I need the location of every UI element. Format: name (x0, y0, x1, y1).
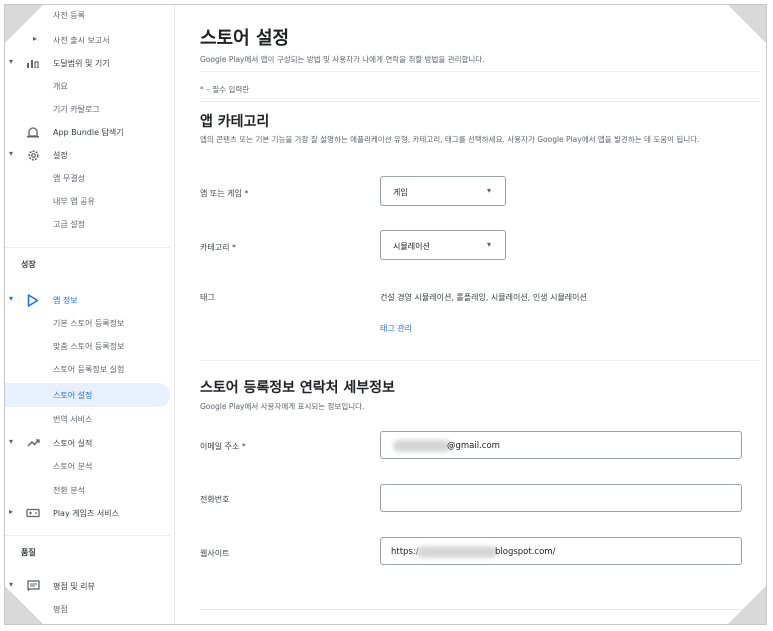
field-label-email: 이메일 주소 * (200, 442, 246, 451)
redacted-mask (393, 440, 451, 452)
email-value: @gmail.com (447, 441, 500, 451)
sidebar-item-store-performance[interactable]: ▾ 스토어 실적 (5, 432, 170, 454)
sidebar-item-device-catalog[interactable]: 기기 카탈로그 (5, 98, 170, 120)
chevron-down-icon: ▾ (9, 57, 14, 66)
divider (200, 101, 760, 102)
required-note: * – 필수 입력란 (200, 85, 250, 94)
field-label-phone: 전화번호 (200, 495, 230, 504)
section-label-quality: 품질 (21, 548, 36, 557)
sidebar-item-label: Play 게임즈 서비스 (53, 509, 119, 518)
page-title: 스토어 설정 (200, 28, 290, 49)
bar-chart-icon (25, 55, 41, 71)
trending-icon (25, 435, 41, 451)
sidebar-item-overview[interactable]: 개요 (5, 75, 170, 97)
section-desc-app-category: 앱의 콘텐츠 또는 기본 기능을 가장 잘 설명하는 애플리케이션 유형, 카테… (200, 135, 700, 144)
sidebar-item-advanced-settings[interactable]: 고급 설정 (5, 213, 170, 235)
field-label-tags: 태그 (200, 293, 215, 302)
sidebar-item-label: 사전 등록 (53, 11, 85, 20)
page-curl-decoration (5, 586, 43, 624)
sidebar-item-store-listing-experiments[interactable]: 스토어 등록정보 실험 (5, 358, 170, 380)
sidebar-item-label: 스토어 실적 (53, 439, 93, 448)
sidebar-item-store-settings[interactable]: 스토어 설정 (5, 383, 170, 407)
sidebar-item-label: 전환 분석 (53, 486, 85, 495)
sidebar-item-app-bundle-explorer[interactable]: App Bundle 탐색기 (5, 121, 170, 143)
category-select[interactable]: 시뮬레이션 ▾ (380, 230, 506, 260)
sidebar-item-translation-service[interactable]: 번역 서비스 (5, 408, 170, 430)
sidebar-item-label: 스토어 등록정보 실험 (53, 365, 125, 374)
tags-value: 건설 경영 시뮬레이션, 롤플레잉, 시뮬레이션, 인생 시뮬레이션 (380, 293, 587, 302)
sidebar-item-label: App Bundle 탐색기 (53, 128, 124, 137)
sidebar-item-reach-devices[interactable]: ▾ 도달범위 및 기기 (5, 52, 170, 74)
app-window: 사전 등록 ▸ 사전 출시 보고서 ▾ 도달범위 및 기기 개요 기기 카탈로그… (4, 4, 767, 625)
chevron-right-icon: ▸ (9, 507, 14, 516)
sidebar-divider (5, 535, 170, 536)
sidebar-item-label: 내부 앱 공유 (53, 197, 95, 206)
play-icon (25, 292, 41, 308)
sidebar-item-store-analysis[interactable]: 스토어 분석 (5, 455, 170, 477)
manage-tags-link[interactable]: 태그 관리 (380, 323, 412, 334)
sidebar-item-label: 개요 (53, 82, 68, 91)
sidebar-item-setup[interactable]: ▾ 설정 (5, 144, 170, 166)
sidebar-item-label: 설정 (53, 151, 68, 160)
redacted-mask (417, 546, 497, 558)
sidebar-item-label: 평점 (53, 605, 68, 614)
select-value: 게임 (393, 188, 408, 197)
sidebar-divider (5, 247, 170, 248)
sidebar-item-app-integrity[interactable]: 앱 무결성 (5, 167, 170, 189)
sidebar-item-label: 도달범위 및 기기 (53, 59, 110, 68)
sidebar-item-play-games-services[interactable]: ▸ Play 게임즈 서비스 (5, 502, 170, 524)
app-or-game-select[interactable]: 게임 ▾ (380, 176, 506, 206)
chevron-down-icon: ▾ (9, 294, 14, 303)
sidebar-item-internal-app-sharing[interactable]: 내부 앱 공유 (5, 190, 170, 212)
page-curl-decoration (728, 5, 766, 43)
field-label-category: 카테고리 * (200, 243, 236, 252)
select-value: 시뮬레이션 (393, 242, 430, 251)
website-field[interactable]: https:/ blogspot.com/ (380, 537, 742, 565)
divider (200, 609, 760, 610)
sidebar-item-label: 고급 설정 (53, 220, 85, 229)
website-prefix: https:/ (391, 547, 419, 557)
section-title-contact-details: 스토어 등록정보 연락처 세부정보 (200, 380, 395, 396)
sidebar-item-label: 맞춤 스토어 등록정보 (53, 342, 125, 351)
divider (200, 71, 760, 72)
sidebar-item-custom-store-listing[interactable]: 맞춤 스토어 등록정보 (5, 335, 170, 357)
website-suffix: blogspot.com/ (495, 547, 556, 557)
dropdown-caret-icon: ▾ (486, 186, 491, 195)
sidebar: 사전 등록 ▸ 사전 출시 보고서 ▾ 도달범위 및 기기 개요 기기 카탈로그… (5, 5, 175, 624)
phone-field[interactable] (380, 484, 742, 512)
divider (200, 360, 760, 361)
sidebar-item-label: 기기 카탈로그 (53, 105, 100, 114)
sidebar-item-main-store-listing[interactable]: 기본 스토어 등록정보 (5, 312, 170, 334)
sidebar-item-label: 앱 무결성 (53, 174, 85, 183)
dropdown-caret-icon: ▾ (486, 240, 491, 249)
sidebar-item-label: 앱 정보 (53, 296, 78, 305)
email-field[interactable]: @gmail.com (380, 431, 742, 459)
page-subtitle: Google Play에서 앱이 구성되는 방법 및 사용자가 나에게 연락을 … (200, 55, 485, 64)
sidebar-item-app-info[interactable]: ▾ 앱 정보 (5, 289, 170, 311)
sidebar-item-label: 기본 스토어 등록정보 (53, 319, 125, 328)
section-title-app-category: 앱 카테고리 (200, 114, 270, 130)
sidebar-item-label: 스토어 분석 (53, 462, 93, 471)
section-label-growth: 성장 (21, 260, 36, 269)
sidebar-item-label: 스토어 설정 (53, 391, 93, 400)
chevron-down-icon: ▾ (9, 437, 14, 446)
sidebar-item-conversion-analysis[interactable]: 전환 분석 (5, 479, 170, 501)
field-label-website: 웹사이트 (200, 549, 230, 558)
sidebar-item-label: 사전 출시 보고서 (53, 36, 110, 45)
page-curl-decoration (728, 586, 766, 624)
sidebar-item-label: 번역 서비스 (53, 415, 93, 424)
sidebar-item-label: 평점 및 리뷰 (53, 582, 95, 591)
gamepad-icon (25, 505, 41, 521)
main-content: 스토어 설정 Google Play에서 앱이 구성되는 방법 및 사용자가 나… (195, 5, 765, 624)
chevron-down-icon: ▾ (9, 149, 14, 158)
field-label-app-or-game: 앱 또는 게임 * (200, 189, 249, 198)
app-bundle-icon (25, 124, 41, 140)
gear-icon (25, 147, 41, 163)
section-desc-contact-details: Google Play에서 사용자에게 표시되는 정보입니다. (200, 402, 365, 411)
page-curl-decoration (5, 5, 43, 43)
